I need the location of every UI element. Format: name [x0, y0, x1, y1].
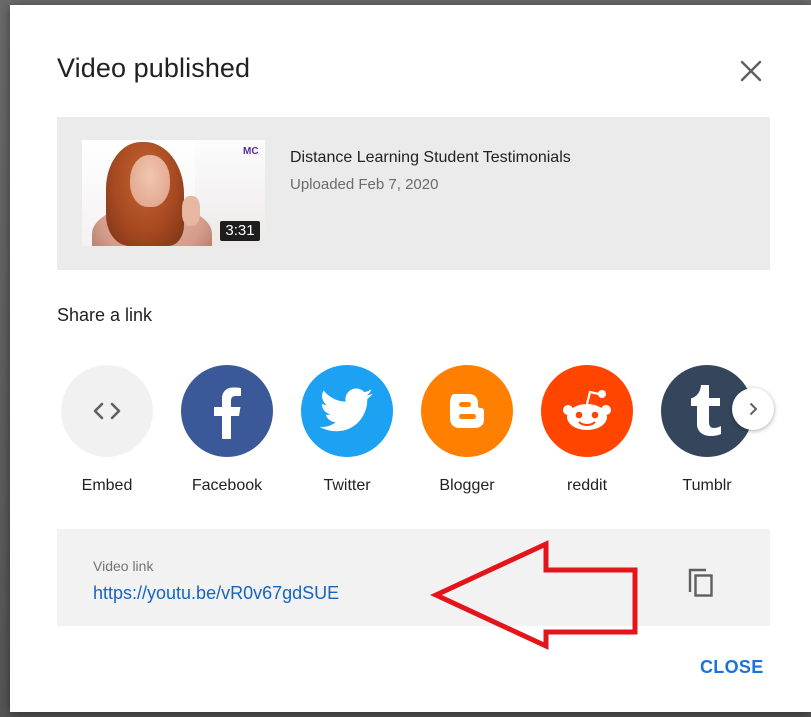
channel-logo: MC	[243, 146, 259, 157]
share-link-heading: Share a link	[57, 305, 153, 325]
share-blogger-button[interactable]: Blogger	[417, 360, 517, 500]
embed-icon	[61, 365, 153, 457]
video-card: MC 3:31 Distance Learning Student Testim…	[57, 117, 770, 270]
video-thumbnail[interactable]: MC 3:31	[82, 140, 265, 246]
thumbnail-person-hand	[182, 196, 200, 226]
share-facebook-label: Facebook	[191, 477, 263, 494]
share-twitter-button[interactable]: Twitter	[297, 360, 397, 500]
share-facebook-button[interactable]: Facebook	[177, 360, 277, 500]
chevron-right-icon	[749, 402, 758, 416]
annotation-arrow	[430, 540, 638, 650]
video-duration-badge: 3:31	[220, 221, 260, 241]
share-targets-row: Embed Facebook Twitter Blogger reddit Tu…	[57, 360, 770, 510]
share-twitter-label: Twitter	[323, 477, 371, 494]
video-link-label: Video link	[93, 558, 154, 574]
thumbnail-person-face	[130, 155, 170, 207]
blogger-icon	[421, 365, 513, 457]
video-published-dialog: Video published MC 3:31 Distance Learnin…	[10, 5, 811, 712]
share-scroll-next-button[interactable]	[732, 388, 774, 430]
share-tumblr-label: Tumblr	[682, 477, 732, 494]
share-tumblr-button[interactable]: Tumblr	[657, 360, 757, 500]
copy-link-button[interactable]	[682, 562, 722, 602]
reddit-icon	[541, 365, 633, 457]
dialog-title: Video published	[57, 53, 251, 83]
share-embed-label: Embed	[81, 477, 133, 494]
share-blogger-label: Blogger	[439, 477, 495, 494]
close-button[interactable]: CLOSE	[700, 657, 764, 678]
video-link-url[interactable]: https://youtu.be/vR0v67gdSUE	[93, 583, 339, 604]
share-reddit-button[interactable]: reddit	[537, 360, 637, 500]
video-title: Distance Learning Student Testimonials	[290, 149, 571, 166]
share-embed-button[interactable]: Embed	[57, 360, 157, 500]
facebook-icon	[181, 365, 273, 457]
video-link-box: Video link https://youtu.be/vR0v67gdSUE	[57, 529, 770, 626]
twitter-icon	[301, 365, 393, 457]
copy-icon	[688, 568, 713, 597]
share-reddit-label: reddit	[566, 477, 608, 494]
video-upload-date: Uploaded Feb 7, 2020	[290, 176, 439, 193]
close-icon[interactable]	[735, 55, 767, 87]
